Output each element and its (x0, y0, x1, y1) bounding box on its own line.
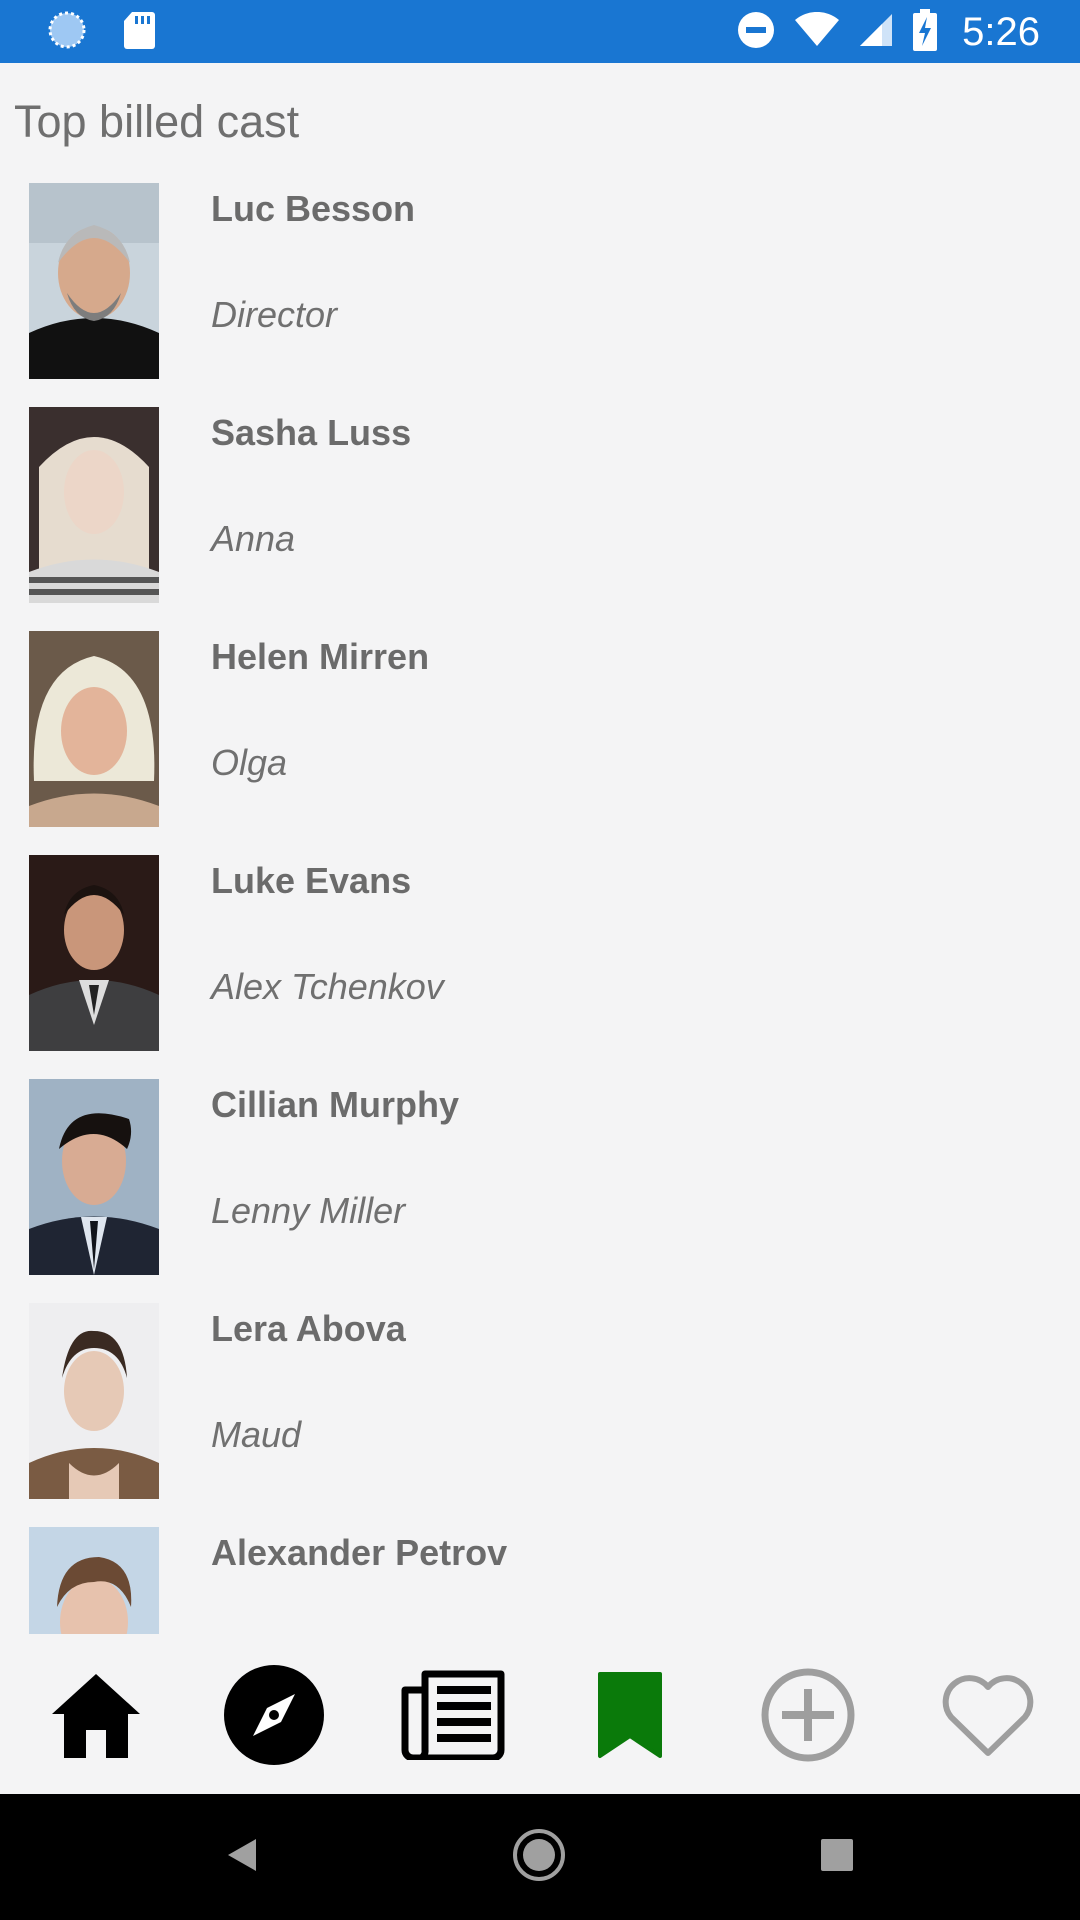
cast-role: Olga (211, 742, 288, 783)
nav-watchlist-button[interactable] (575, 1662, 685, 1772)
cast-photo (29, 407, 159, 603)
compass-icon (223, 1664, 325, 1771)
cast-name: Sasha Luss (211, 412, 412, 453)
do-not-disturb-icon (736, 10, 776, 55)
cell-signal-icon (858, 12, 894, 53)
system-nav-bar (0, 1794, 1080, 1920)
cast-row[interactable]: Luke Evans Alex Tchenkov (0, 838, 1080, 1062)
status-time: 5:26 (962, 9, 1040, 54)
nav-news-button[interactable] (398, 1662, 508, 1772)
cast-role: Anna (211, 518, 296, 559)
cast-name: Luc Besson (211, 188, 416, 229)
wifi-icon (794, 11, 840, 53)
home-icon (48, 1670, 144, 1765)
heart-icon (939, 1671, 1037, 1764)
recents-icon (819, 1837, 855, 1878)
back-icon (222, 1835, 262, 1880)
cast-photo (29, 183, 159, 379)
sync-icon (46, 9, 88, 56)
cast-role: Lenny Miller (211, 1190, 406, 1231)
cast-name: Luke Evans (211, 860, 412, 901)
page-title: Top billed cast (14, 96, 300, 147)
cast-row[interactable]: Luc Besson Director (0, 166, 1080, 390)
home-circle-icon (512, 1828, 566, 1887)
system-recents-button[interactable] (804, 1824, 870, 1890)
battery-charging-icon (912, 8, 938, 56)
cast-photo (29, 631, 159, 827)
cast-role: Director (211, 294, 338, 335)
cast-photo (29, 1303, 159, 1499)
add-circle-icon (760, 1667, 856, 1768)
nav-home-button[interactable] (41, 1662, 151, 1772)
cast-row[interactable]: Lera Abova Maud (0, 1286, 1080, 1510)
cast-row[interactable]: Alexander Petrov (0, 1510, 1080, 1634)
status-right-icons: 5:26 (736, 8, 1040, 56)
cast-row[interactable]: Cillian Murphy Lenny Miller (0, 1062, 1080, 1286)
cast-name: Helen Mirren (211, 636, 430, 677)
news-icon (401, 1670, 505, 1765)
bottom-nav (0, 1634, 1080, 1794)
sd-card-icon (122, 10, 156, 55)
cast-list[interactable]: Luc Besson Director Sasha Luss Anna Hele… (0, 166, 1080, 1634)
status-bar: 5:26 (0, 0, 1080, 63)
cast-photo (29, 855, 159, 1051)
cast-name: Lera Abova (211, 1308, 406, 1349)
nav-favorites-button[interactable] (933, 1662, 1043, 1772)
cast-name: Alexander Petrov (211, 1532, 508, 1573)
cast-photo (29, 1079, 159, 1275)
system-home-button[interactable] (506, 1824, 572, 1890)
nav-add-button[interactable] (753, 1662, 863, 1772)
cast-row[interactable]: Sasha Luss Anna (0, 390, 1080, 614)
nav-discover-button[interactable] (219, 1662, 329, 1772)
status-left-icons (46, 10, 156, 55)
cast-name: Cillian Murphy (211, 1084, 460, 1125)
bookmark-icon (596, 1670, 664, 1765)
system-back-button[interactable] (209, 1824, 275, 1890)
cast-photo (29, 1527, 159, 1634)
cast-row[interactable]: Helen Mirren Olga (0, 614, 1080, 838)
cast-role: Maud (211, 1414, 302, 1455)
cast-role: Alex Tchenkov (211, 966, 444, 1007)
